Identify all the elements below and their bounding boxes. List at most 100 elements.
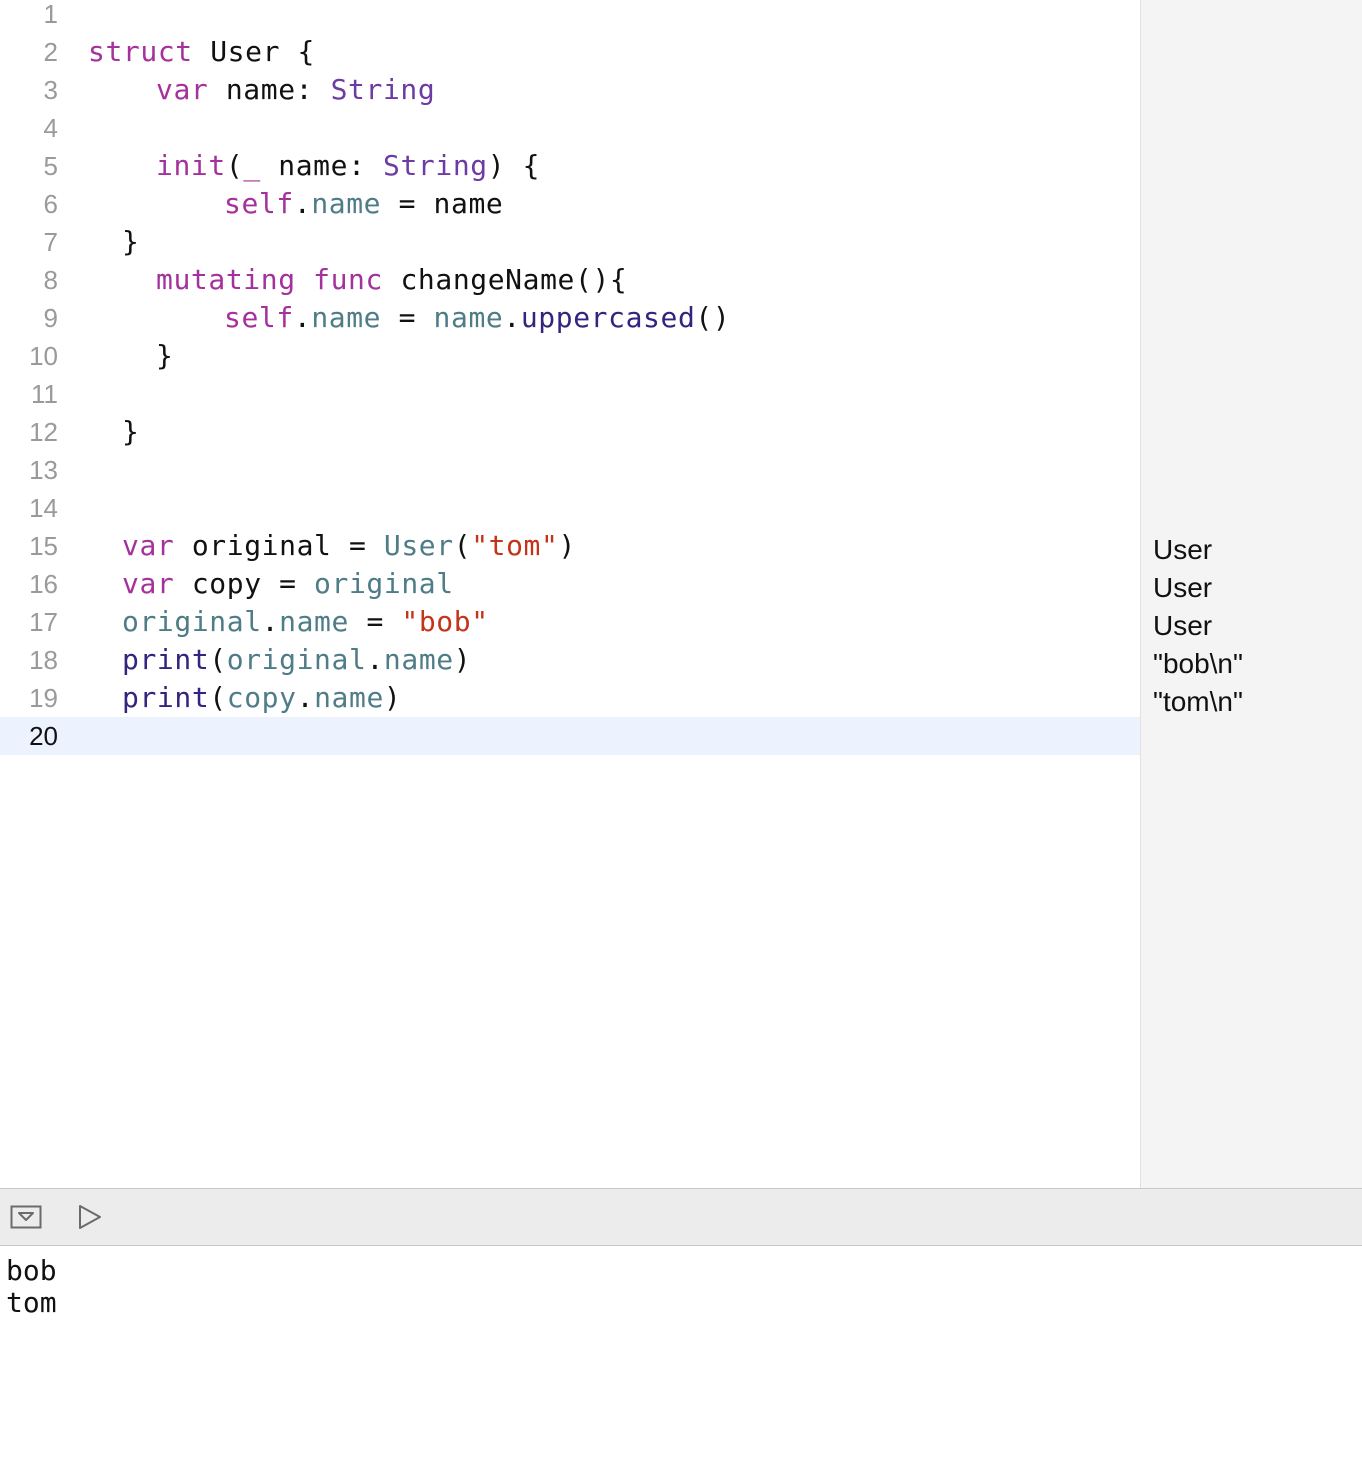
line-number: 11 [31, 379, 58, 409]
code-line[interactable]: 7} [0, 223, 1140, 261]
code-token: name [383, 643, 454, 676]
line-number: 4 [43, 113, 58, 143]
code-token: ( [225, 149, 244, 182]
code-line[interactable]: 17 original.name = "bob" [0, 603, 1140, 641]
code-line[interactable]: 11 [0, 375, 1140, 413]
line-number: 16 [29, 569, 58, 599]
line-number: 5 [43, 151, 58, 181]
code-token: String [382, 149, 488, 182]
code-token: ( [209, 643, 227, 676]
code-line[interactable]: 3 var name: String [0, 71, 1140, 109]
code-text: } [122, 413, 139, 451]
console-output: bob tom [0, 1247, 1362, 1470]
code-line[interactable]: 19 print(copy.name) [0, 679, 1140, 717]
code-token: ) [383, 681, 402, 714]
code-editor[interactable]: 1 2 struct User {3 var name: String 4 5 init(_… [0, 0, 1140, 1188]
result-value[interactable]: User [1153, 607, 1212, 645]
code-token: mutating [156, 263, 296, 296]
console-line: tom [6, 1286, 57, 1319]
code-line[interactable]: 14 [0, 489, 1140, 527]
code-token: copy [226, 681, 297, 714]
line-number: 20 [29, 721, 58, 751]
code-line[interactable]: 6 self.name = name [0, 185, 1140, 223]
code-token: original [226, 643, 367, 676]
code-token: name [314, 681, 384, 714]
result-value[interactable]: User [1153, 569, 1212, 607]
result-value[interactable]: User [1153, 531, 1212, 569]
line-number: 3 [43, 75, 58, 105]
code-token: _ [243, 149, 261, 182]
code-token: init [156, 149, 226, 182]
code-token: } [156, 339, 174, 372]
code-text: print(original.name) [122, 641, 471, 679]
code-text: struct User { [88, 33, 315, 71]
code-token: self [224, 187, 294, 220]
code-token: . [293, 301, 312, 334]
code-line[interactable]: 20 [0, 717, 1140, 755]
code-token: original [314, 567, 454, 600]
result-value[interactable]: "tom\n" [1153, 683, 1243, 721]
code-text: var copy = original [122, 565, 454, 603]
code-token: name: [260, 149, 383, 182]
code-text: self.name = name.uppercased() [224, 299, 730, 337]
hide-debug-area-icon[interactable] [10, 1203, 42, 1231]
code-token: } [122, 415, 140, 448]
line-number: 1 [43, 0, 58, 29]
result-value[interactable]: "bob\n" [1153, 645, 1243, 683]
code-token: print [122, 643, 210, 676]
code-token: . [366, 643, 384, 676]
line-number: 14 [29, 493, 58, 523]
code-token: var [122, 529, 175, 562]
code-token: var [156, 73, 209, 106]
code-token: . [296, 681, 315, 714]
code-token: . [293, 187, 312, 220]
code-line[interactable]: 18 print(original.name) [0, 641, 1140, 679]
code-text: mutating func changeName(){ [156, 261, 627, 299]
line-number: 9 [43, 303, 58, 333]
results-sidebar: User User User "bob\n" "tom\n" [1140, 0, 1362, 1188]
code-token: print [122, 681, 210, 714]
code-line[interactable]: 8 mutating func changeName(){ [0, 261, 1140, 299]
code-line[interactable]: 9 self.name = name.uppercased() [0, 299, 1140, 337]
code-line[interactable]: 5 init(_ name: String) { [0, 147, 1140, 185]
code-text: self.name = name [224, 185, 503, 223]
code-token: changeName(){ [382, 263, 628, 296]
code-line[interactable]: 15 var original = User("tom") [0, 527, 1140, 565]
code-token: . [261, 605, 280, 638]
code-token: } [122, 225, 140, 258]
code-line[interactable]: 13 [0, 451, 1140, 489]
code-token: name: [208, 73, 331, 106]
code-token: struct [88, 35, 193, 68]
debug-toolbar [0, 1188, 1362, 1246]
line-number: 15 [29, 531, 58, 561]
code-line[interactable]: 16 var copy = original [0, 565, 1140, 603]
code-token: = name [381, 187, 504, 220]
code-line[interactable]: 4 [0, 109, 1140, 147]
code-token: original = [174, 529, 384, 562]
line-number: 17 [29, 607, 58, 637]
code-token: User [383, 529, 454, 562]
code-line[interactable]: 12} [0, 413, 1140, 451]
line-number: 12 [29, 417, 58, 447]
code-line[interactable]: 10} [0, 337, 1140, 375]
code-text: var name: String [156, 71, 435, 109]
code-token: ) [558, 529, 576, 562]
code-token: ( [209, 681, 227, 714]
code-token: original [122, 605, 262, 638]
code-line[interactable]: 1 [0, 0, 1140, 33]
code-text: var original = User("tom") [122, 527, 576, 565]
line-number: 2 [43, 37, 58, 67]
code-token: self [224, 301, 294, 334]
code-text: } [122, 223, 139, 261]
code-text: original.name = "bob" [122, 603, 489, 641]
console-line: bob [6, 1254, 57, 1287]
line-number: 8 [43, 265, 58, 295]
code-text: init(_ name: String) { [156, 147, 540, 185]
run-playground-icon[interactable] [76, 1203, 108, 1231]
code-token: ( [453, 529, 472, 562]
code-token: "tom" [471, 529, 559, 562]
code-token: copy = [174, 567, 315, 600]
code-token: = [381, 301, 434, 334]
code-token: . [503, 301, 521, 334]
code-line[interactable]: 2 struct User { [0, 33, 1140, 71]
